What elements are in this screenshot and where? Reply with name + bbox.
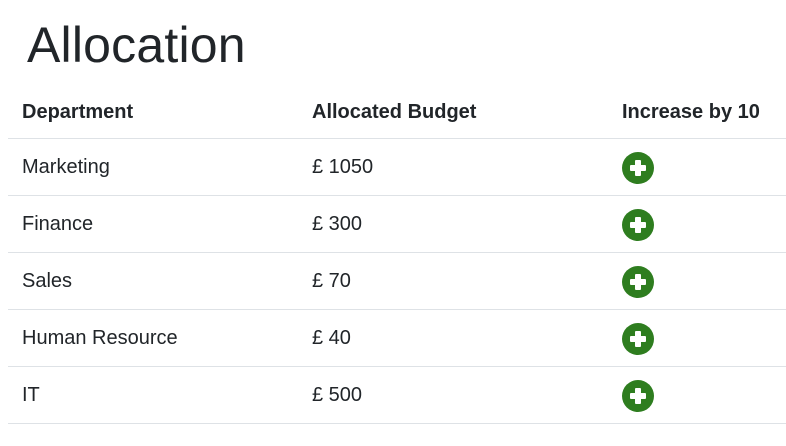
- page-title: Allocation: [27, 17, 246, 73]
- plus-circle-icon: [630, 160, 646, 176]
- table-row: Sales £ 70: [8, 252, 786, 310]
- table-row: Human Resource £ 40: [8, 309, 786, 367]
- department-cell: Sales: [8, 252, 298, 310]
- column-header-budget: Allocated Budget: [298, 86, 608, 139]
- plus-circle-icon: [630, 217, 646, 233]
- plus-circle-icon: [630, 388, 646, 404]
- increase-cell: [608, 366, 786, 424]
- increase-cell: [608, 252, 786, 310]
- budget-cell: £ 300: [298, 195, 608, 253]
- budget-cell: £ 500: [298, 366, 608, 424]
- department-cell: Human Resource: [8, 309, 298, 367]
- allocation-table: Department Allocated Budget Increase by …: [8, 86, 786, 424]
- table-row: IT £ 500: [8, 366, 786, 424]
- column-header-increase: Increase by 10: [608, 86, 786, 139]
- increase-budget-button[interactable]: [622, 152, 654, 184]
- department-cell: Finance: [8, 195, 298, 253]
- column-header-department: Department: [8, 86, 298, 139]
- plus-circle-icon: [630, 274, 646, 290]
- budget-cell: £ 40: [298, 309, 608, 367]
- increase-budget-button[interactable]: [622, 323, 654, 355]
- increase-cell: [608, 309, 786, 367]
- plus-circle-icon: [630, 331, 646, 347]
- increase-cell: [608, 138, 786, 196]
- budget-cell: £ 70: [298, 252, 608, 310]
- increase-budget-button[interactable]: [622, 209, 654, 241]
- table-row: Finance £ 300: [8, 195, 786, 253]
- department-cell: IT: [8, 366, 298, 424]
- department-cell: Marketing: [8, 138, 298, 196]
- table-row: Marketing £ 1050: [8, 138, 786, 196]
- increase-budget-button[interactable]: [622, 266, 654, 298]
- table-body: Marketing £ 1050 Finance £ 300 Sales £ 7…: [8, 138, 786, 424]
- increase-budget-button[interactable]: [622, 380, 654, 412]
- budget-cell: £ 1050: [298, 138, 608, 196]
- increase-cell: [608, 195, 786, 253]
- table-header-row: Department Allocated Budget Increase by …: [8, 86, 786, 139]
- table-header: Department Allocated Budget Increase by …: [8, 86, 786, 139]
